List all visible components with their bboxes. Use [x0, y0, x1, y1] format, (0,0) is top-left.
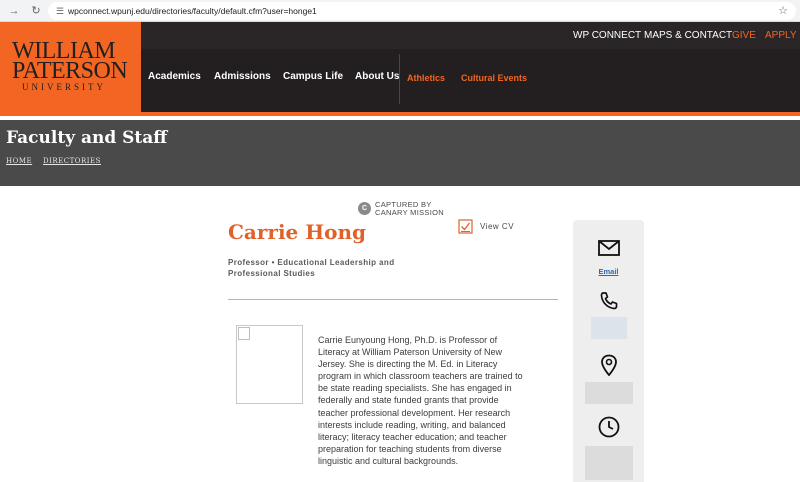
envelope-icon[interactable]: [573, 240, 644, 261]
utility-nav: WP CONNECT MAPS & CONTACT GIVE APPLY: [141, 22, 800, 49]
nav-athletics[interactable]: Athletics: [407, 72, 445, 84]
university-logo[interactable]: WILLIAM PATERSON UNIVERSITY: [0, 22, 141, 112]
nav-divider: [399, 54, 400, 104]
nav-admissions[interactable]: Admissions: [214, 71, 271, 83]
phone-icon[interactable]: [573, 291, 644, 316]
site-settings-icon[interactable]: ☰: [54, 5, 66, 17]
header-accent-stripe: [0, 112, 800, 118]
captured-badge-line2: CANARY MISSION: [375, 208, 444, 217]
map-pin-icon[interactable]: [573, 354, 644, 381]
give-link[interactable]: GIVE: [732, 30, 756, 42]
nav-about-us[interactable]: About Us: [355, 71, 399, 83]
page-banner: Faculty and Staff HOME DIRECTORIES: [0, 120, 800, 186]
logo-line-university: UNIVERSITY: [22, 82, 106, 92]
clock-icon[interactable]: [573, 416, 644, 443]
nav-campus-life[interactable]: Campus Life: [283, 71, 343, 83]
view-cv-link[interactable]: View CV: [458, 219, 528, 235]
phone-number-redacted: [591, 317, 627, 339]
profile-divider: [228, 299, 558, 300]
contact-sidebar: Email: [573, 220, 644, 482]
main-nav: Academics Admissions Campus Life About U…: [141, 49, 800, 107]
profile-role-line1: Professor • Educational Leadership and: [228, 258, 395, 267]
site-header: WILLIAM PATERSON UNIVERSITY WP CONNECT M…: [0, 22, 800, 112]
address-bar[interactable]: ☰ wpconnect.wpunj.edu/directories/facult…: [48, 2, 796, 20]
view-cv-label: View CV: [480, 222, 515, 231]
wp-connect-link[interactable]: WP CONNECT: [573, 30, 641, 42]
nav-cultural-events[interactable]: Cultural Events: [461, 72, 527, 84]
page-title: Faculty and Staff: [6, 128, 168, 148]
browser-toolbar: → ↻ ☰ wpconnect.wpunj.edu/directories/fa…: [0, 0, 800, 22]
office-location-redacted: [585, 382, 633, 404]
maps-contact-link[interactable]: MAPS & CONTACT: [644, 30, 732, 42]
apply-link[interactable]: APPLY: [765, 30, 797, 42]
logo-line-paterson: PATERSON: [12, 58, 128, 84]
nav-academics[interactable]: Academics: [148, 71, 201, 83]
profile-photo-placeholder: [236, 325, 303, 404]
profile-role: Professor • Educational Leadership and P…: [228, 257, 428, 279]
document-check-icon: [458, 219, 473, 234]
url-text[interactable]: wpconnect.wpunj.edu/directories/faculty/…: [68, 5, 317, 17]
profile-bio: Carrie Eunyoung Hong, Ph.D. is Professor…: [318, 335, 523, 466]
profile-name: Carrie Hong: [228, 220, 366, 244]
reload-icon[interactable]: ↻: [28, 3, 44, 19]
breadcrumb-directories[interactable]: DIRECTORIES: [43, 157, 101, 166]
office-hours-redacted: [585, 446, 633, 480]
bookmark-star-icon[interactable]: ☆: [778, 4, 788, 18]
email-link[interactable]: Email: [573, 267, 644, 276]
back-arrow-icon[interactable]: →: [6, 3, 22, 19]
profile-role-line2: Professional Studies: [228, 269, 316, 278]
canary-mission-icon: C: [358, 202, 371, 215]
captured-badge: C CAPTURED BY CANARY MISSION: [358, 201, 448, 217]
broken-image-icon: [238, 327, 250, 340]
breadcrumb-home[interactable]: HOME: [6, 157, 32, 166]
